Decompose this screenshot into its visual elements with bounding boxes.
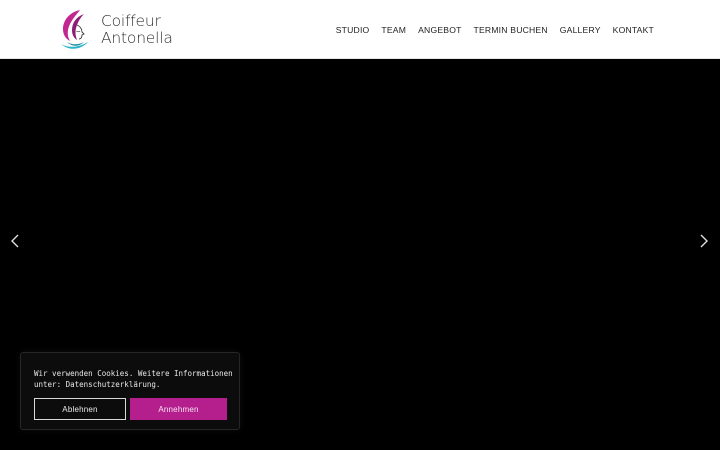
- cookie-consent-banner: Wir verwenden Cookies. Weitere Informati…: [20, 352, 240, 430]
- nav-item-termin-buchen[interactable]: TERMIN BUCHEN: [474, 25, 548, 35]
- chevron-left-icon: [11, 234, 19, 248]
- nav-item-team[interactable]: TEAM: [381, 25, 406, 35]
- nav-item-kontakt[interactable]: KONTAKT: [613, 25, 654, 35]
- site-header: Coiffeur Antonella STUDIO TEAM ANGEBOT T…: [0, 0, 720, 59]
- privacy-policy-link[interactable]: Datenschutzerklärung: [66, 380, 156, 389]
- nav-item-gallery[interactable]: GALLERY: [560, 25, 601, 35]
- cookie-message: Wir verwenden Cookies. Weitere Informati…: [34, 368, 234, 390]
- slider-next-button[interactable]: [694, 229, 714, 253]
- decline-cookies-button[interactable]: Ablehnen: [34, 398, 126, 420]
- cookie-message-suffix: .: [155, 380, 161, 389]
- site-logo[interactable]: Coiffeur Antonella: [58, 8, 176, 52]
- logo-wordmark: Coiffeur Antonella: [101, 13, 173, 47]
- logo-line-1: Coiffeur: [101, 12, 161, 30]
- chevron-right-icon: [700, 234, 708, 248]
- woman-profile-logo-icon: [61, 10, 88, 49]
- logo-line-2: Antonella: [101, 29, 173, 47]
- nav-item-studio[interactable]: STUDIO: [336, 25, 370, 35]
- accept-cookies-button[interactable]: Annehmen: [130, 398, 227, 420]
- slider-prev-button[interactable]: [5, 229, 25, 253]
- nav-item-angebot[interactable]: ANGEBOT: [418, 25, 461, 35]
- main-navigation: STUDIO TEAM ANGEBOT TERMIN BUCHEN GALLER…: [336, 0, 654, 59]
